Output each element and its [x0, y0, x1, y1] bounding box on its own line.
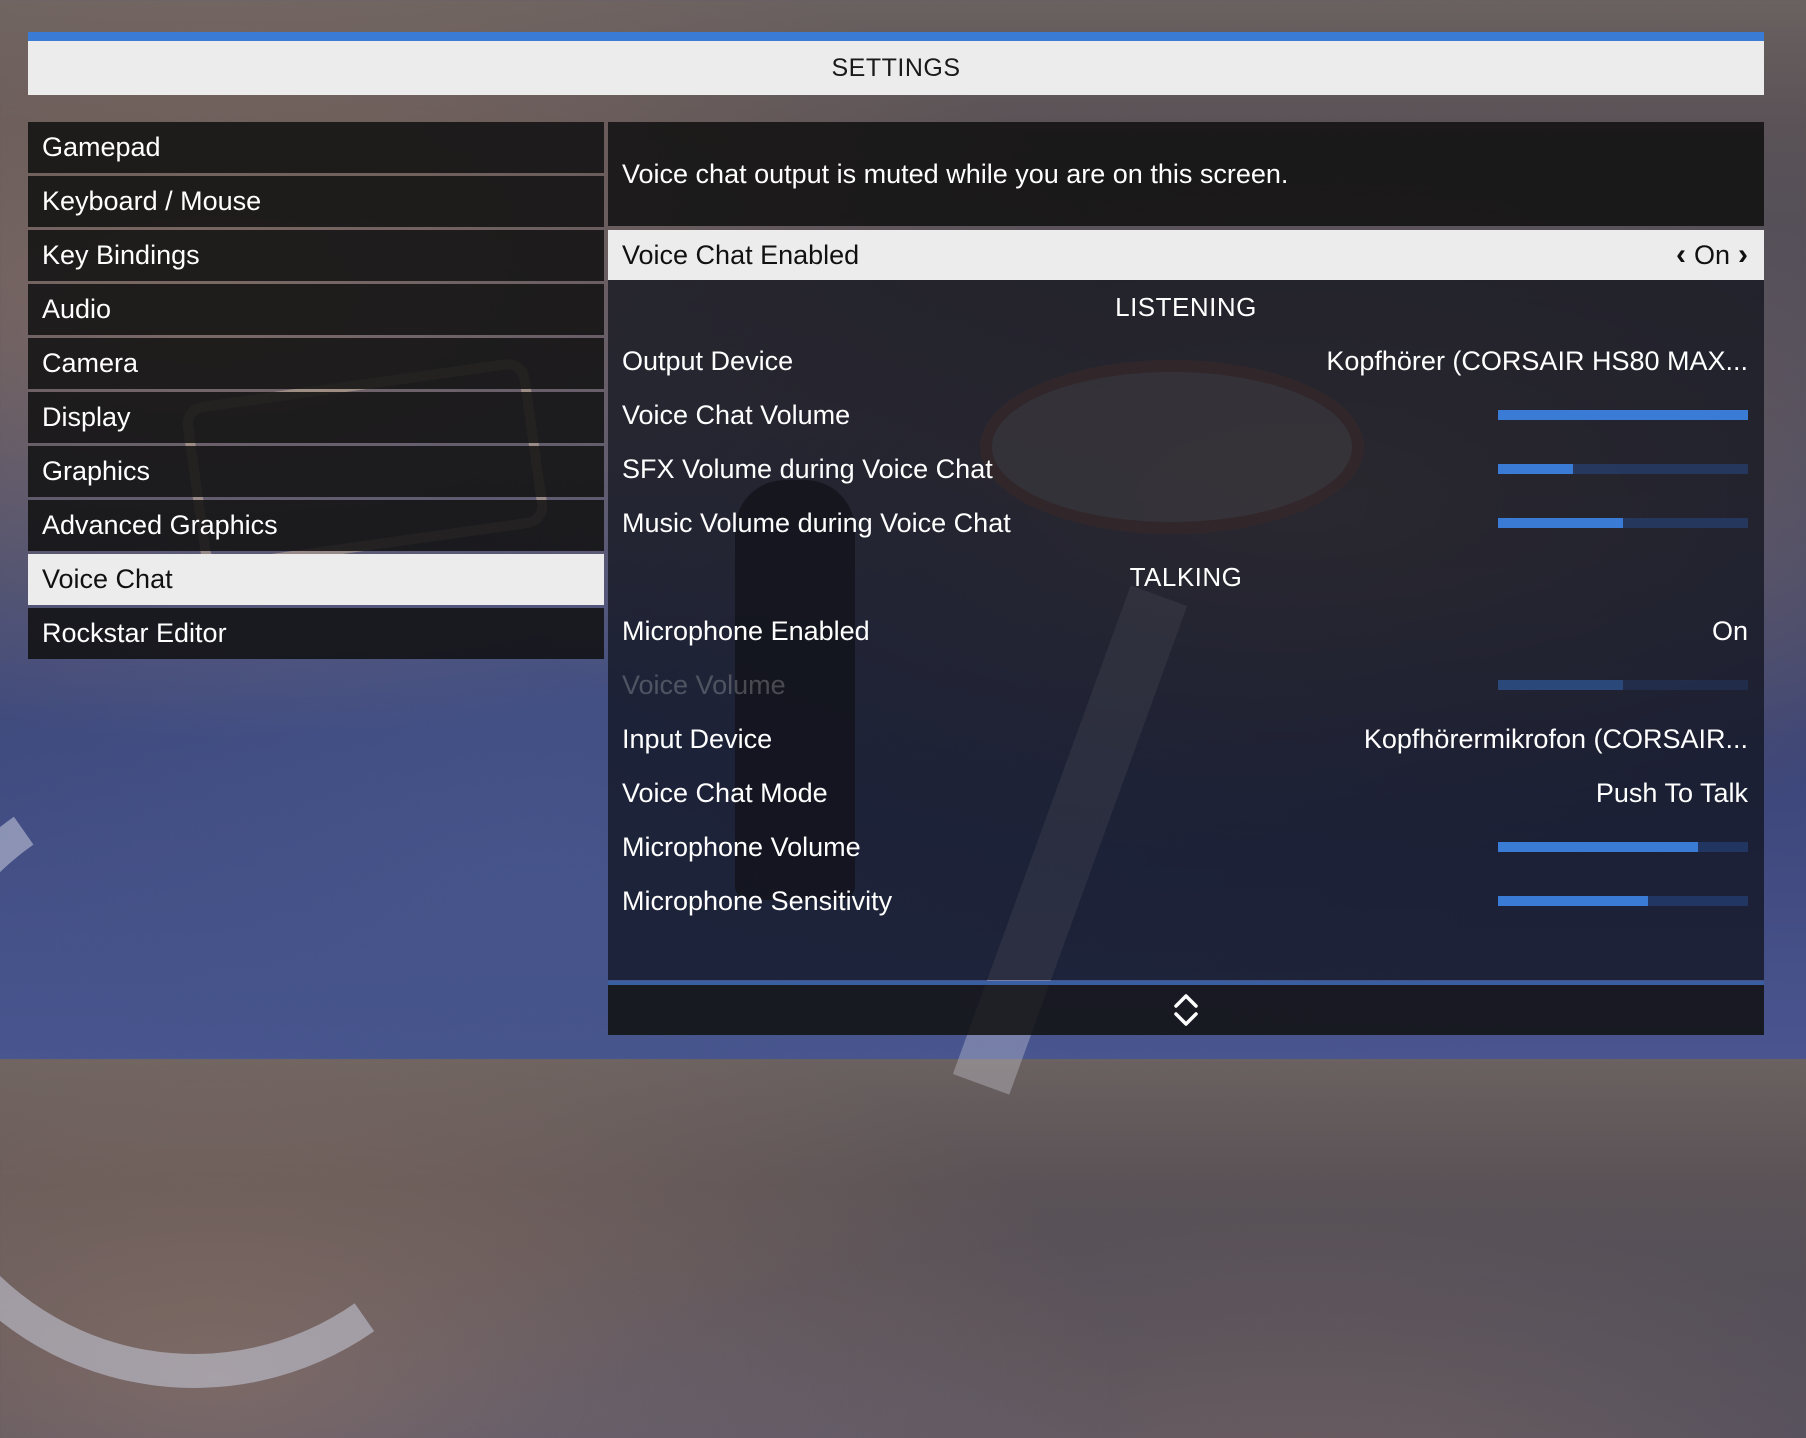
- voice-volume-slider: [1498, 680, 1748, 690]
- microphone-enabled-label: Microphone Enabled: [622, 615, 870, 646]
- microphone-sensitivity-fill: [1498, 896, 1648, 906]
- voice-chat-volume-label: Voice Chat Volume: [622, 399, 851, 430]
- menu-item-voice-chat[interactable]: Voice Chat: [28, 554, 604, 605]
- voice-chat-enabled-value: On: [1693, 239, 1730, 270]
- voice-chat-mode-row[interactable]: Voice Chat Mode Push To Talk: [608, 766, 1764, 820]
- output-device-label: Output Device: [622, 345, 794, 376]
- settings-list: Voice Chat Enabled ‹ On › LISTENING Outp…: [608, 230, 1764, 980]
- chevron-left-icon[interactable]: ‹: [1676, 240, 1686, 270]
- microphone-volume-label: Microphone Volume: [622, 831, 861, 862]
- sfx-volume-fill: [1498, 464, 1573, 474]
- input-device-label: Input Device: [622, 723, 773, 754]
- music-volume-fill: [1498, 518, 1623, 528]
- microphone-enabled-row[interactable]: Microphone Enabled On: [608, 604, 1764, 658]
- microphone-volume-fill: [1498, 842, 1698, 852]
- music-volume-row[interactable]: Music Volume during Voice Chat: [608, 496, 1764, 550]
- microphone-volume-slider[interactable]: [1498, 842, 1748, 852]
- section-header-talking: TALKING: [1129, 561, 1243, 592]
- microphone-volume-row[interactable]: Microphone Volume: [608, 820, 1764, 874]
- page-title: SETTINGS: [831, 53, 961, 82]
- voice-chat-settings-panel: Voice chat output is muted while you are…: [608, 122, 1764, 980]
- voice-chat-volume-slider[interactable]: [1498, 410, 1748, 420]
- music-volume-slider[interactable]: [1498, 518, 1748, 528]
- output-device-value: Kopfhörer (CORSAIR HS80 MAX...: [1326, 345, 1748, 376]
- menu-item-display[interactable]: Display: [28, 392, 604, 443]
- section-header-listening: LISTENING: [1115, 291, 1257, 322]
- menu-item-advanced-graphics[interactable]: Advanced Graphics: [28, 500, 604, 551]
- info-text: Voice chat output is muted while you are…: [622, 158, 1289, 189]
- menu-item-key-bindings[interactable]: Key Bindings: [28, 230, 604, 281]
- input-device-value: Kopfhörermikrofon (CORSAIR...: [1363, 723, 1748, 754]
- sfx-volume-row[interactable]: SFX Volume during Voice Chat: [608, 442, 1764, 496]
- voice-chat-mode-label: Voice Chat Mode: [622, 777, 828, 808]
- background-helipad-marking: [0, 710, 558, 1438]
- voice-volume-row: Voice Volume: [608, 658, 1764, 712]
- microphone-sensitivity-slider[interactable]: [1498, 896, 1748, 906]
- scroll-footer: [608, 985, 1764, 1035]
- menu-item-audio[interactable]: Audio: [28, 284, 604, 335]
- voice-chat-volume-fill: [1498, 410, 1748, 420]
- menu-item-graphics[interactable]: Graphics: [28, 446, 604, 497]
- info-message: Voice chat output is muted while you are…: [608, 122, 1764, 226]
- microphone-sensitivity-row[interactable]: Microphone Sensitivity: [608, 874, 1764, 928]
- input-device-row[interactable]: Input Device Kopfhörermikrofon (CORSAIR.…: [608, 712, 1764, 766]
- menu-item-rockstar-editor[interactable]: Rockstar Editor: [28, 608, 604, 659]
- output-device-row[interactable]: Output Device Kopfhörer (CORSAIR HS80 MA…: [608, 334, 1764, 388]
- microphone-sensitivity-label: Microphone Sensitivity: [622, 885, 893, 916]
- voice-volume-label: Voice Volume: [622, 669, 786, 700]
- voice-chat-enabled-row[interactable]: Voice Chat Enabled ‹ On ›: [608, 230, 1764, 280]
- chevron-right-icon[interactable]: ›: [1738, 240, 1748, 270]
- voice-volume-fill: [1498, 680, 1623, 690]
- voice-chat-enabled-label: Voice Chat Enabled: [622, 239, 860, 270]
- sfx-volume-label: SFX Volume during Voice Chat: [622, 453, 993, 484]
- music-volume-label: Music Volume during Voice Chat: [622, 507, 1011, 538]
- voice-chat-enabled-selector[interactable]: ‹ On ›: [1676, 240, 1748, 271]
- scroll-up-down-icon[interactable]: [1172, 992, 1200, 1028]
- microphone-enabled-value: On: [1711, 615, 1748, 646]
- settings-header: SETTINGS: [28, 32, 1764, 95]
- voice-chat-mode-value: Push To Talk: [1595, 777, 1748, 808]
- sfx-volume-slider[interactable]: [1498, 464, 1748, 474]
- menu-item-camera[interactable]: Camera: [28, 338, 604, 389]
- menu-item-keyboard-mouse[interactable]: Keyboard / Mouse: [28, 176, 604, 227]
- menu-item-gamepad[interactable]: Gamepad: [28, 122, 604, 173]
- voice-chat-volume-row[interactable]: Voice Chat Volume: [608, 388, 1764, 442]
- settings-category-menu: Gamepad Keyboard / Mouse Key Bindings Au…: [28, 122, 604, 662]
